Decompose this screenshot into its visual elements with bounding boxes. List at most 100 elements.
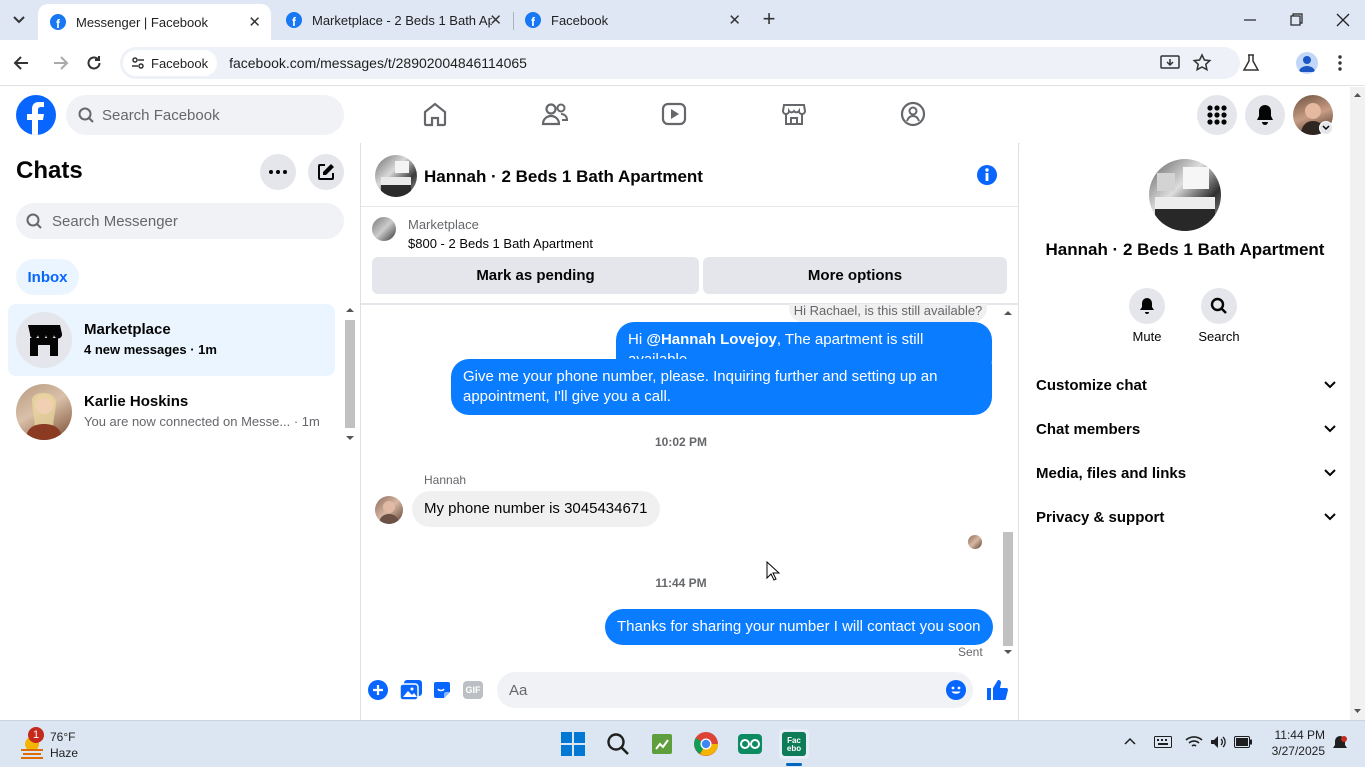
minimize-button[interactable] [1240, 10, 1260, 30]
show-hidden-icons-button[interactable] [1124, 737, 1136, 745]
facebook-search-input[interactable]: Search Facebook [66, 95, 344, 135]
tab-search-button[interactable] [6, 8, 32, 32]
sticker-button[interactable] [432, 680, 452, 700]
address-bar[interactable]: Facebook facebook.com/messages/t/2890200… [120, 47, 1240, 79]
chat-list-scrollbar[interactable] [344, 305, 356, 445]
conversation-info-button[interactable] [976, 164, 998, 186]
chat-row-marketplace[interactable]: Marketplace 4 new messages · 1m [8, 304, 335, 376]
forward-arrow-icon [54, 56, 69, 70]
privacy-support-section[interactable]: Privacy & support [1036, 497, 1336, 537]
close-tab-icon[interactable]: ✕ [489, 11, 502, 29]
search-icon [26, 213, 42, 229]
weather-widget[interactable]: 1 76°F Haze [14, 727, 114, 763]
forward-button[interactable] [50, 53, 70, 73]
timestamp: 10:02 PM [654, 435, 708, 449]
chat-name: Marketplace [84, 321, 171, 338]
like-button[interactable] [985, 678, 1009, 702]
details-avatar[interactable] [1149, 159, 1221, 231]
account-dropdown-badge[interactable] [1319, 121, 1333, 135]
mark-pending-button[interactable]: Mark as pending [372, 257, 699, 294]
mute-button[interactable] [1129, 288, 1165, 324]
chat-members-section[interactable]: Chat members [1036, 409, 1336, 449]
browser-menu-button[interactable] [1337, 54, 1343, 72]
svg-text:ebo: ebo [787, 744, 801, 753]
nav-friends[interactable] [541, 101, 569, 127]
nav-video[interactable] [661, 101, 687, 127]
tab-marketplace[interactable]: f Marketplace - 2 Beds 1 Bath Ap ✕ [274, 0, 512, 40]
listing-title[interactable]: $800 - 2 Beds 1 Bath Apartment [408, 236, 593, 251]
labs-button[interactable] [1241, 53, 1261, 73]
wifi-indicator[interactable] [1185, 735, 1203, 749]
close-tab-icon[interactable]: ✕ [248, 13, 261, 31]
taskbar-app-qoo[interactable] [735, 729, 765, 759]
notification-center-button[interactable] [1332, 735, 1348, 751]
media-files-links-section[interactable]: Media, files and links [1036, 453, 1336, 493]
keyboard-indicator[interactable] [1154, 736, 1172, 748]
conversation-title[interactable]: Hannah · 2 Beds 1 Bath Apartment [424, 167, 703, 187]
tab-facebook[interactable]: f Facebook ✕ [513, 0, 751, 40]
more-options-button[interactable]: More options [703, 257, 1007, 294]
taskbar-app-chrome[interactable] [691, 729, 721, 759]
facebook-favicon-icon: f [50, 14, 66, 30]
page-scrollbar[interactable] [1350, 87, 1365, 720]
taskbar-app-spreadsheet[interactable] [647, 729, 677, 759]
messages-scrollbar[interactable] [1002, 306, 1014, 660]
mark-pending-label: Mark as pending [476, 267, 595, 284]
attach-photo-button[interactable] [400, 680, 422, 700]
volume-indicator[interactable] [1210, 735, 1226, 749]
profile-button[interactable] [1296, 52, 1318, 74]
close-window-button[interactable] [1333, 10, 1353, 30]
section-label: Customize chat [1036, 376, 1147, 394]
reload-icon [87, 56, 101, 70]
mention-link[interactable]: @Hannah Lovejoy [646, 331, 776, 348]
reload-button[interactable] [84, 53, 104, 73]
taskbar-search-button[interactable] [603, 729, 633, 759]
cursor-arrow-icon [766, 561, 780, 581]
bookmark-button[interactable] [1192, 53, 1212, 73]
message-bubble[interactable]: Thanks for sharing your number I will co… [605, 609, 993, 645]
facebook-logo[interactable] [16, 95, 56, 135]
site-info-chip[interactable]: Facebook [123, 50, 218, 76]
profile-icon [1299, 56, 1315, 72]
nav-marketplace[interactable] [781, 101, 807, 127]
install-app-button[interactable] [1160, 54, 1180, 72]
avatar [1155, 167, 1215, 231]
clock[interactable]: 11:44 PM 3/27/2025 [1255, 727, 1325, 759]
notifications-button[interactable] [1245, 95, 1285, 135]
keyboard-icon [1154, 736, 1172, 748]
gif-button[interactable]: GIF [463, 681, 483, 699]
section-label: Chat members [1036, 420, 1141, 438]
tab-messenger[interactable]: f Messenger | Facebook ✕ [38, 4, 271, 40]
close-tab-icon[interactable]: ✕ [728, 11, 741, 29]
inbox-tab[interactable]: Inbox [16, 259, 79, 295]
section-label: Media, files and links [1036, 464, 1187, 482]
listing-thumbnail[interactable] [372, 217, 396, 241]
new-tab-button[interactable]: + [758, 8, 780, 30]
customize-chat-section[interactable]: Customize chat [1036, 365, 1336, 405]
chat-options-button[interactable] [260, 154, 296, 190]
taskbar-app-facebook[interactable]: Fac ebo [779, 729, 809, 759]
sender-avatar[interactable] [375, 496, 403, 524]
chat-row-karlie[interactable]: Karlie Hoskins You are now connected on … [8, 376, 335, 448]
browser-toolbar: Facebook facebook.com/messages/t/2890200… [0, 40, 1365, 86]
message-bubble[interactable]: Give me your phone number, please. Inqui… [451, 359, 992, 415]
messenger-search-input[interactable]: Search Messenger [16, 203, 344, 239]
restore-button[interactable] [1286, 10, 1306, 30]
message-input[interactable]: Aa [497, 672, 973, 708]
composer-more-button[interactable] [368, 680, 388, 700]
menu-button[interactable] [1197, 95, 1237, 135]
weather-badge-count: 1 [32, 729, 40, 741]
nav-groups[interactable] [900, 101, 926, 127]
tab-title: Facebook [551, 12, 609, 28]
conversation-avatar[interactable] [375, 155, 417, 197]
battery-indicator[interactable] [1234, 736, 1252, 748]
nav-home[interactable] [422, 101, 448, 127]
back-button[interactable] [12, 53, 32, 73]
new-message-button[interactable] [308, 154, 344, 190]
search-conversation-button[interactable] [1201, 288, 1237, 324]
sent-status: Sent [958, 645, 983, 659]
incoming-message-bubble[interactable]: My phone number is 3045434671 [412, 491, 660, 527]
emoji-button[interactable] [946, 680, 966, 700]
speaker-icon [1211, 736, 1226, 748]
start-button[interactable] [558, 729, 588, 759]
